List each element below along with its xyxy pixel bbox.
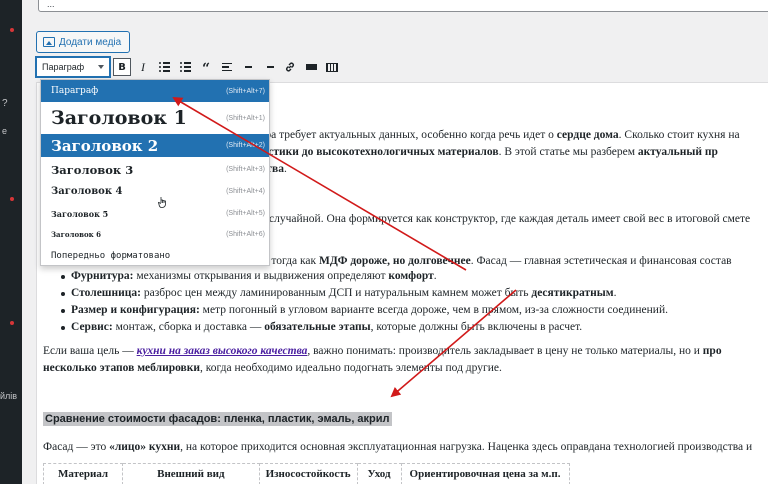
admin-sidebar: ? е йлів: [0, 0, 22, 484]
blockquote-icon[interactable]: “: [197, 58, 215, 76]
table-header: Уход: [356, 463, 402, 484]
align-left-icon[interactable]: [218, 58, 236, 76]
list-item: Сервис: монтаж, сборка и доставка — обяз…: [61, 321, 668, 338]
media-icon: [43, 37, 55, 47]
numbered-list-icon[interactable]: [176, 58, 194, 76]
chevron-down-icon: [98, 65, 104, 69]
format-option-preformatted[interactable]: Попередньо форматовано: [41, 245, 269, 266]
format-option-heading-5[interactable]: Заголовок 5 (Shift+Alt+5): [41, 203, 269, 224]
shortcut-label: (Shift+Alt+7): [226, 87, 265, 95]
format-option-label: Заголовок 3: [51, 162, 134, 177]
table-header: Внешний вид: [122, 463, 260, 484]
price-table: Материал Внешний вид Износостойкость Ухо…: [42, 463, 570, 484]
shortcut-label: (Shift+Alt+2): [226, 142, 265, 149]
notification-dot: [10, 321, 14, 325]
editor-toolbar: Параграф B I “: [36, 56, 768, 78]
format-option-heading-2[interactable]: Заголовок 2 (Shift+Alt+2): [41, 134, 269, 208]
paragraph-line: тистики до высокотехнологичных материало…: [256, 146, 718, 158]
format-option-paragraph[interactable]: Параграф (Shift+Alt+7): [41, 80, 269, 102]
section-heading: Сравнение стоимости фасадов: пленка, пла…: [43, 412, 392, 426]
list-item: Размер и конфигурация: метр погонный в у…: [61, 304, 668, 321]
add-media-button[interactable]: Додати медіа: [36, 31, 131, 53]
format-option-label: Заголовок 5: [51, 208, 109, 219]
align-center-icon[interactable]: [239, 58, 257, 76]
paragraph-line: Фасад — это «лицо» кухни, на которое при…: [43, 441, 753, 453]
shortcut-label: (Shift+Alt+5): [226, 210, 265, 217]
format-option-heading-1[interactable]: Заголовок 1 (Shift+Alt+1): [41, 103, 269, 133]
bold-icon[interactable]: B: [113, 58, 131, 76]
paragraph-line: Если ваша цель — кухни на заказ высокого…: [43, 345, 722, 357]
list-item: Фурнитура: механизмы открывания и выдвиж…: [61, 270, 668, 287]
italic-icon[interactable]: I: [134, 58, 152, 76]
format-option-label: Заголовок 6: [51, 230, 102, 239]
format-option-label: Заголовок 4: [51, 186, 123, 197]
sidebar-fragment[interactable]: е: [2, 126, 7, 136]
format-option-heading-3[interactable]: Заголовок 3 (Shift+Alt+3): [41, 159, 269, 180]
paragraph-line: ьера требует актуальных данных, особенно…: [255, 129, 740, 141]
align-right-icon[interactable]: [260, 58, 278, 76]
post-title-value: ...: [47, 0, 55, 9]
paragraph-line: несколько этапов меблировки, когда необх…: [43, 362, 502, 374]
sidebar-fragment: ?: [2, 98, 8, 109]
sidebar-fragment[interactable]: йлів: [0, 391, 17, 401]
format-option-label: Попередньо форматовано: [51, 250, 171, 261]
format-dropdown: Параграф (Shift+Alt+7) Заголовок 1 (Shif…: [40, 79, 270, 266]
table-header-row: Материал Внешний вид Износостойкость Ухо…: [42, 463, 570, 484]
format-select-value: Параграф: [42, 62, 85, 72]
shortcut-label: (Shift+Alt+1): [226, 114, 265, 122]
feature-list: Фурнитура: механизмы открывания и выдвиж…: [61, 270, 668, 338]
link-icon[interactable]: [281, 58, 299, 76]
format-option-heading-6[interactable]: Заголовок 6 (Shift+Alt+6): [41, 224, 269, 245]
toolbar-toggle-icon[interactable]: [323, 58, 341, 76]
add-media-label: Додати медіа: [59, 36, 122, 48]
list-item: Столешница: разброс цен между ламинирова…: [61, 287, 668, 304]
table-header: Материал: [42, 463, 124, 484]
format-option-label: Параграф: [51, 86, 99, 96]
table-header: Износостойкость: [258, 463, 358, 484]
format-option-heading-4[interactable]: Заголовок 4 (Shift+Alt+4): [41, 181, 269, 202]
read-more-icon[interactable]: [302, 58, 320, 76]
paragraph-line: ет случайной. Она формируется как констр…: [256, 213, 751, 225]
shortcut-label: (Shift+Alt+3): [226, 166, 265, 173]
post-title-input[interactable]: ...: [38, 0, 768, 12]
format-option-label: Заголовок 2: [51, 136, 159, 155]
bulleted-list-icon[interactable]: [155, 58, 173, 76]
paragraph-line: за, тогда как МДФ дороже, но долговечнее…: [256, 255, 732, 267]
format-option-label: Заголовок 1: [51, 107, 187, 129]
notification-dot: [10, 28, 14, 32]
shortcut-label: (Shift+Alt+4): [226, 188, 265, 195]
shortcut-label: (Shift+Alt+6): [226, 231, 265, 238]
notification-dot: [10, 197, 14, 201]
content-link[interactable]: кухни на заказ высокого качества: [137, 345, 308, 357]
format-select[interactable]: Параграф: [36, 57, 110, 77]
table-header: Ориентировочная цена за м.п.: [400, 463, 570, 484]
